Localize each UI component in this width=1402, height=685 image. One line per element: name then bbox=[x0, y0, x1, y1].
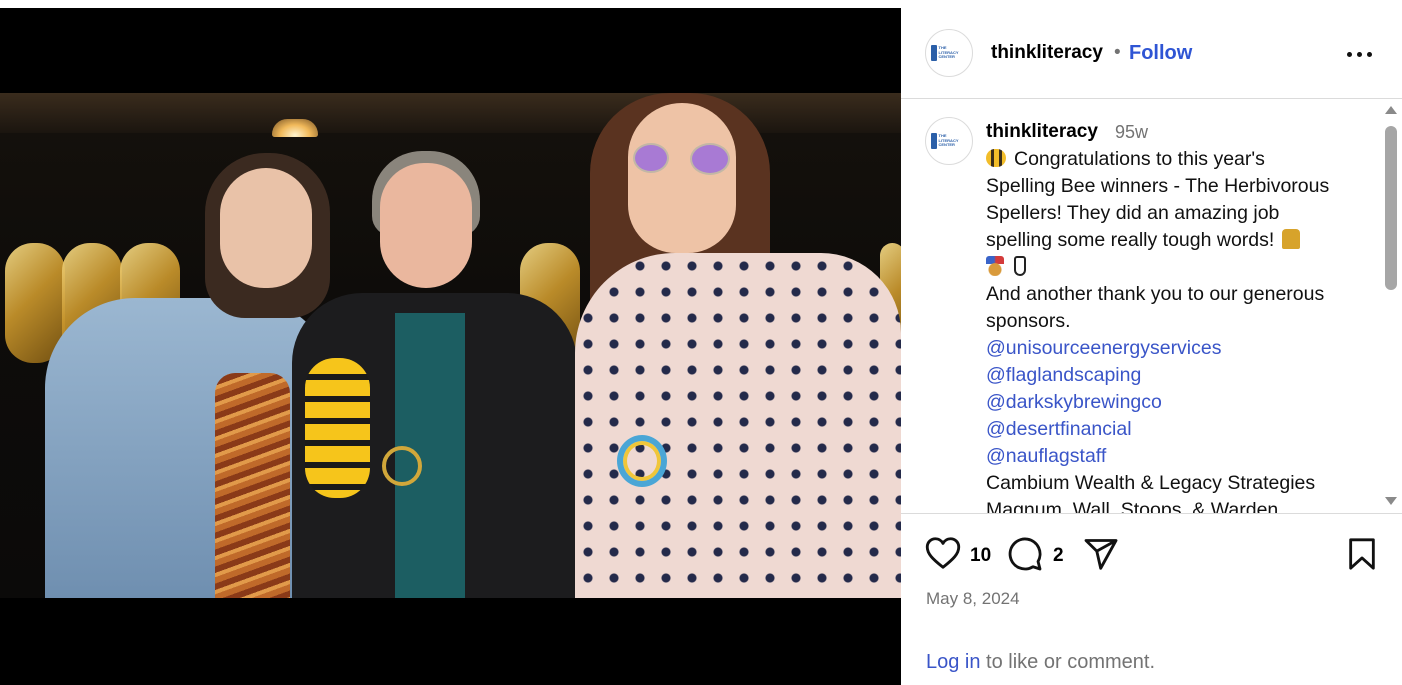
bee-emoji-icon bbox=[986, 149, 1006, 167]
post-date[interactable]: May 8, 2024 bbox=[926, 589, 1020, 609]
caption-username[interactable]: thinkliteracy bbox=[986, 121, 1098, 143]
avatar-logo-text: THE LITERACY CENTER bbox=[938, 45, 959, 60]
comment-icon bbox=[1008, 537, 1042, 571]
medal-emoji-icon bbox=[986, 256, 1004, 276]
medal-outline-emoji-icon bbox=[1014, 256, 1026, 276]
like-count[interactable]: 10 bbox=[970, 545, 991, 567]
save-button[interactable] bbox=[1345, 536, 1379, 577]
person-left-dress bbox=[215, 373, 290, 598]
literacy-center-logo-icon: THE LITERACY CENTER bbox=[931, 42, 967, 64]
dot-icon bbox=[1347, 52, 1352, 57]
login-prompt: Log in to like or comment. bbox=[926, 651, 1155, 674]
comment-count[interactable]: 2 bbox=[1053, 545, 1064, 567]
caption-line-text: Congratulations to this year's bbox=[1014, 148, 1265, 170]
person-right-top bbox=[575, 253, 901, 598]
photo-ceiling bbox=[0, 93, 901, 133]
share-icon bbox=[1084, 539, 1118, 570]
person-right-face bbox=[628, 103, 736, 253]
caption-scrollbar[interactable] bbox=[1380, 100, 1402, 513]
scrollbar-thumb[interactable] bbox=[1385, 126, 1397, 290]
login-link[interactable]: Log in bbox=[926, 651, 981, 673]
caption-line-text: spelling some really tough words! bbox=[986, 229, 1275, 251]
header-username[interactable]: thinkliteracy bbox=[991, 42, 1103, 64]
mention-link[interactable]: @desertfinancial bbox=[986, 416, 1376, 443]
literacy-center-logo-icon: THE LITERACY CENTER bbox=[931, 130, 967, 152]
peace-necklace-rainbow bbox=[617, 435, 667, 487]
dot-icon bbox=[1367, 52, 1372, 57]
dot-icon bbox=[1357, 52, 1362, 57]
caption-line: Magnum, Wall, Stoops, & Warden bbox=[986, 499, 1279, 513]
avatar-logo-text: THE LITERACY CENTER bbox=[938, 133, 959, 148]
post-photo[interactable] bbox=[0, 93, 901, 598]
mention-link[interactable]: @unisourceenergyservices bbox=[986, 335, 1376, 362]
book-icon bbox=[931, 133, 937, 149]
mention-link[interactable]: @darkskybrewingco bbox=[986, 389, 1376, 416]
post-media[interactable] bbox=[0, 8, 901, 685]
photo-lamp bbox=[272, 119, 318, 137]
peace-necklace bbox=[382, 446, 422, 486]
more-options-icon[interactable] bbox=[1347, 52, 1377, 60]
book-icon bbox=[931, 45, 937, 61]
caption-time[interactable]: 95w bbox=[1115, 122, 1148, 143]
person-left-face bbox=[220, 168, 312, 288]
follow-button[interactable]: Follow bbox=[1129, 42, 1192, 65]
post-side-panel: THE LITERACY CENTER thinkliteracy • Foll… bbox=[901, 8, 1402, 685]
caption-line: And another thank you to our generous bbox=[986, 283, 1325, 305]
caption-line: sponsors. bbox=[986, 310, 1071, 332]
bee-trophy bbox=[305, 358, 370, 498]
caption-area[interactable]: THE LITERACY CENTER thinkliteracy 95w Co… bbox=[901, 100, 1402, 513]
caption-avatar[interactable]: THE LITERACY CENTER bbox=[925, 117, 973, 165]
person-right-glasses bbox=[690, 143, 730, 175]
bookmark-icon bbox=[1349, 538, 1375, 570]
post-header: THE LITERACY CENTER thinkliteracy • Foll… bbox=[901, 8, 1402, 99]
heart-icon bbox=[925, 537, 961, 569]
caption-line: Cambium Wealth & Legacy Strategies bbox=[986, 472, 1316, 494]
caption-line: Congratulations to this year's bbox=[986, 146, 1376, 173]
person-middle-face bbox=[380, 163, 472, 288]
person-right-glasses bbox=[633, 143, 669, 173]
login-prompt-text: to like or comment. bbox=[980, 651, 1156, 673]
comment-button[interactable] bbox=[1007, 536, 1043, 577]
like-button[interactable] bbox=[925, 536, 961, 575]
caption-line bbox=[986, 254, 1376, 281]
avatar[interactable]: THE LITERACY CENTER bbox=[925, 29, 973, 77]
top-gap bbox=[0, 0, 1402, 8]
caption-line: Spelling Bee winners - The Herbivorous bbox=[986, 175, 1330, 197]
action-bar: 10 2 May 8, 2024 Log in to like or comme… bbox=[901, 513, 1402, 685]
caption-line: spelling some really tough words! bbox=[986, 227, 1376, 254]
caption-line: Spellers! They did an amazing job bbox=[986, 202, 1280, 224]
share-button[interactable] bbox=[1082, 536, 1120, 577]
mention-link[interactable]: @nauflagstaff bbox=[986, 443, 1376, 470]
scroll-down-arrow-icon[interactable] bbox=[1385, 497, 1397, 505]
caption-text: Congratulations to this year's Spelling … bbox=[986, 146, 1376, 513]
scroll-up-arrow-icon[interactable] bbox=[1385, 106, 1397, 114]
header-separator: • bbox=[1114, 42, 1121, 63]
mention-link[interactable]: @flaglandscaping bbox=[986, 362, 1376, 389]
trophy-emoji-icon bbox=[1282, 229, 1301, 249]
